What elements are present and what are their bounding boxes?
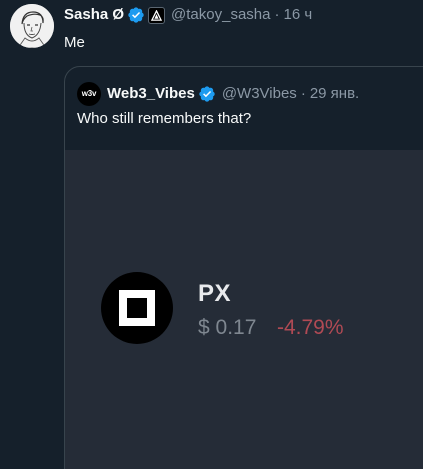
author-avatar[interactable]: [10, 4, 54, 48]
square-logo-shape: [119, 290, 155, 326]
token-symbol: PX: [198, 280, 232, 307]
quoted-author-name[interactable]: Web3_Vibes: [107, 84, 195, 104]
sketch-portrait-icon: [10, 4, 54, 48]
quoted-author-handle[interactable]: @W3Vibes: [222, 84, 297, 104]
tweet[interactable]: Sasha Ø @takoy_sasha · 16 ч Me w3v Web3_…: [0, 0, 423, 469]
separator-dot: ·: [300, 85, 306, 102]
quoted-tweet-timestamp[interactable]: 29 янв.: [310, 84, 359, 104]
quoted-tweet-header: w3v Web3_Vibes @W3Vibes · 29 янв.: [77, 82, 359, 106]
separator-dot: ·: [274, 6, 280, 23]
affiliate-badge-icon[interactable]: [148, 6, 166, 24]
quoted-tweet[interactable]: w3v Web3_Vibes @W3Vibes · 29 янв. Who st…: [64, 66, 423, 469]
tweet-header: Sasha Ø @takoy_sasha · 16 ч: [64, 5, 423, 25]
quoted-media-image[interactable]: PX $ 0.17 -4.79%: [65, 150, 423, 469]
delta-logo-icon: [151, 9, 163, 21]
tweet-timestamp[interactable]: 16 ч: [283, 5, 312, 25]
token-price: $ 0.17: [198, 316, 257, 339]
quoted-tweet-text: Who still remembers that?: [77, 110, 252, 127]
token-price-change: -4.79%: [277, 316, 344, 339]
verified-badge-icon[interactable]: [198, 85, 216, 103]
verified-badge-icon[interactable]: [127, 6, 145, 24]
author-name[interactable]: Sasha Ø: [64, 5, 124, 25]
tweet-text: Me: [64, 34, 85, 51]
quoted-author-avatar[interactable]: w3v: [77, 82, 101, 106]
author-handle[interactable]: @takoy_sasha: [171, 5, 270, 25]
px-token-icon: [101, 272, 173, 344]
